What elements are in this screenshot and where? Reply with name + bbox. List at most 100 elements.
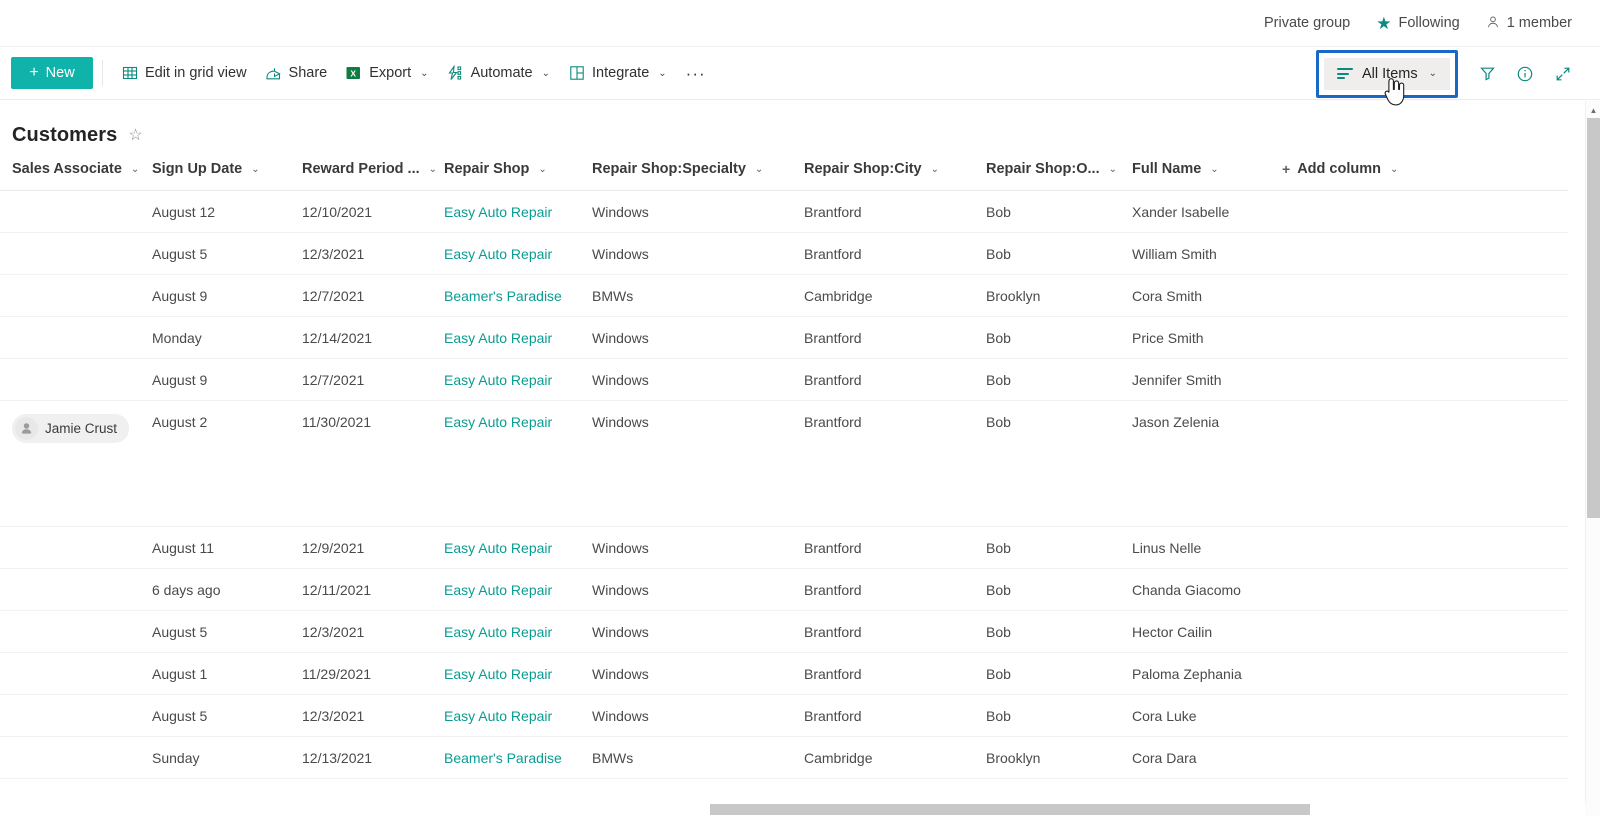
cell-text: Bob bbox=[986, 203, 1011, 220]
table-row[interactable]: August 9 12/7/2021 Beamer's Paradise BMWs Ca… bbox=[0, 274, 1568, 317]
vertical-scrollbar-thumb[interactable] bbox=[1587, 118, 1600, 518]
cell-reward-period: 12/13/2021 bbox=[302, 736, 444, 779]
horizontal-scrollbar[interactable] bbox=[0, 803, 1585, 816]
repair-shop-link[interactable]: Beamer's Paradise bbox=[444, 288, 562, 304]
repair-shop-link[interactable]: Easy Auto Repair bbox=[444, 246, 552, 262]
table-row[interactable]: 6 days ago 12/11/2021 Easy Auto Repair Wind… bbox=[0, 568, 1568, 611]
cell-empty bbox=[1282, 316, 1568, 359]
cell-empty bbox=[1282, 694, 1568, 737]
table-row[interactable]: 5 days ago12/12/2021Easy Auto RepairWind… bbox=[0, 778, 1568, 791]
share-button[interactable]: Share bbox=[256, 55, 337, 91]
more-commands-button[interactable]: ··· bbox=[676, 65, 716, 82]
cell-repair-shop-specialty: Windows bbox=[592, 526, 804, 569]
cell-repair-shop-city: Cambridge bbox=[804, 736, 986, 779]
table-row[interactable]: August 9 12/7/2021 Easy Auto Repair Windows… bbox=[0, 358, 1568, 401]
table-row[interactable]: Sunday 12/13/2021 Beamer's Paradise BMWs Cam… bbox=[0, 736, 1568, 779]
cell-repair-shop-city: Brantford bbox=[804, 190, 986, 233]
column-header-sign-up-date[interactable]: Sign Up Date ⌄ bbox=[152, 161, 302, 191]
cell-text: Sunday bbox=[152, 749, 200, 766]
expand-icon[interactable] bbox=[1544, 55, 1582, 93]
export-button[interactable]: X Export ⌄ bbox=[336, 55, 437, 91]
cell-reward-period: 12/3/2021 bbox=[302, 694, 444, 737]
cell-repair-shop-specialty: Windows bbox=[592, 778, 804, 791]
table-row[interactable]: August 5 12/3/2021 Easy Auto Repair Windows… bbox=[0, 232, 1568, 275]
cell-reward-period: 12/7/2021 bbox=[302, 358, 444, 401]
cell-text: August 5 bbox=[152, 623, 208, 640]
table-header-row: Sales Associate ⌄ Sign Up Date ⌄ Reward … bbox=[0, 161, 1568, 191]
person-chip[interactable]: Jamie Crust bbox=[12, 414, 130, 443]
cell-text: 12/3/2021 bbox=[302, 707, 365, 724]
cell-repair-shop: Easy Auto Repair bbox=[444, 652, 592, 695]
repair-shop-link[interactable]: Easy Auto Repair bbox=[444, 582, 552, 598]
column-header-full-name[interactable]: Full Name ⌄ bbox=[1132, 161, 1282, 191]
repair-shop-link[interactable]: Easy Auto Repair bbox=[444, 540, 552, 556]
cell-text: Bob bbox=[986, 539, 1011, 556]
cell-reward-period: 12/3/2021 bbox=[302, 610, 444, 653]
repair-shop-link[interactable]: Easy Auto Repair bbox=[444, 204, 552, 220]
info-icon[interactable] bbox=[1506, 55, 1544, 93]
chevron-down-icon: ⌄ bbox=[930, 163, 940, 175]
column-header-add-column[interactable]: + Add column ⌄ bbox=[1282, 161, 1568, 191]
cell-sign-up-date: 5 days ago bbox=[152, 778, 302, 791]
column-header-repair-shop-specialty[interactable]: Repair Shop:Specialty ⌄ bbox=[592, 161, 804, 191]
repair-shop-link[interactable]: Easy Auto Repair bbox=[444, 414, 552, 430]
cell-text: Windows bbox=[592, 665, 649, 682]
table-row[interactable]: August 5 12/3/2021 Easy Auto Repair Windows… bbox=[0, 694, 1568, 737]
automate-label: Automate bbox=[470, 65, 533, 81]
repair-shop-link[interactable]: Easy Auto Repair bbox=[444, 666, 552, 682]
following-button[interactable]: ★ Following bbox=[1376, 15, 1460, 32]
table-row[interactable]: August 11 12/9/2021 Easy Auto Repair Window… bbox=[0, 526, 1568, 569]
cell-repair-shop-city: Brantford bbox=[804, 568, 986, 611]
repair-shop-link[interactable]: Easy Auto Repair bbox=[444, 708, 552, 724]
filter-icon[interactable] bbox=[1468, 55, 1506, 93]
cell-text: August 9 bbox=[152, 371, 208, 388]
table-row[interactable]: August 1 11/29/2021 Easy Auto Repair Window… bbox=[0, 652, 1568, 695]
cell-sales-associate bbox=[0, 232, 152, 275]
new-button[interactable]: + New bbox=[11, 57, 93, 89]
chevron-down-icon: ⌄ bbox=[251, 163, 260, 175]
cell-reward-period: 12/11/2021 bbox=[302, 568, 444, 611]
cell-full-name: Cora Dara bbox=[1132, 736, 1282, 779]
cell-repair-shop-specialty: BMWs bbox=[592, 274, 804, 317]
column-header-repair-shop-city[interactable]: Repair Shop:City ⌄ bbox=[804, 161, 986, 191]
list-header: Customers ☆ bbox=[0, 100, 1600, 161]
cell-text: Brantford bbox=[804, 329, 862, 346]
automate-button[interactable]: Automate ⌄ bbox=[438, 55, 559, 91]
favorite-star-icon[interactable]: ☆ bbox=[128, 127, 142, 144]
column-label: Sign Up Date bbox=[152, 161, 243, 177]
scroll-up-arrow-icon[interactable]: ▲ bbox=[1586, 103, 1600, 117]
view-selector-all-items[interactable]: All Items ⌄ bbox=[1324, 57, 1450, 90]
repair-shop-link[interactable]: Easy Auto Repair bbox=[444, 624, 552, 640]
repair-shop-link[interactable]: Easy Auto Repair bbox=[444, 372, 552, 388]
cell-repair-shop: Easy Auto Repair bbox=[444, 358, 592, 401]
cell-reward-period: 12/10/2021 bbox=[302, 190, 444, 233]
cell-text: 12/3/2021 bbox=[302, 245, 365, 262]
edit-in-grid-view-button[interactable]: Edit in grid view bbox=[112, 55, 256, 91]
cell-full-name: Jason Zelenia bbox=[1132, 400, 1282, 527]
table-row[interactable]: August 12 12/10/2021 Easy Auto Repair Windo… bbox=[0, 190, 1568, 233]
column-header-sales-associate[interactable]: Sales Associate ⌄ bbox=[0, 161, 152, 191]
column-header-reward-period[interactable]: Reward Period ... ⌄ bbox=[302, 161, 444, 191]
cell-text: 6 days ago bbox=[152, 581, 221, 598]
following-label: Following bbox=[1398, 15, 1460, 31]
column-header-repair-shop-owner[interactable]: Repair Shop:O... ⌄ bbox=[986, 161, 1132, 191]
members-button[interactable]: 1 member bbox=[1486, 15, 1572, 32]
horizontal-scrollbar-thumb[interactable] bbox=[710, 804, 1310, 815]
cell-repair-shop-city: Brantford bbox=[804, 526, 986, 569]
table-row[interactable]: August 5 12/3/2021 Easy Auto Repair Windows… bbox=[0, 610, 1568, 653]
cell-sign-up-date: Monday bbox=[152, 316, 302, 359]
cell-text: 12/14/2021 bbox=[302, 329, 373, 346]
cell-repair-shop: Easy Auto Repair bbox=[444, 190, 592, 233]
cell-text: Brantford bbox=[804, 665, 862, 682]
new-button-label: New bbox=[45, 65, 75, 81]
integrate-button[interactable]: Integrate ⌄ bbox=[559, 55, 676, 91]
repair-shop-link[interactable]: Easy Auto Repair bbox=[444, 330, 552, 346]
column-label: Repair Shop:City bbox=[804, 161, 922, 177]
repair-shop-link[interactable]: Beamer's Paradise bbox=[444, 750, 562, 766]
table-row[interactable]: Monday 12/14/2021 Easy Auto Repair Windows B… bbox=[0, 316, 1568, 359]
table-row[interactable]: Jamie Crust August 2 11/30/2021 Easy Auto R… bbox=[0, 400, 1568, 527]
column-header-repair-shop[interactable]: Repair Shop ⌄ bbox=[444, 161, 592, 191]
vertical-scrollbar[interactable]: ▲ ▼ bbox=[1585, 101, 1600, 816]
person-chip-label: Jamie Crust bbox=[45, 421, 118, 436]
chevron-down-icon: ⌄ bbox=[541, 67, 551, 79]
